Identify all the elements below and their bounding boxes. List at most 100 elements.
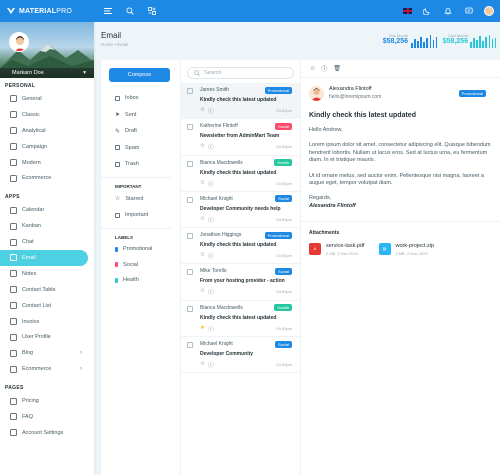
nav-item-ecommerce[interactable]: Ecommerce: [0, 170, 94, 186]
nav-item-general[interactable]: General: [0, 91, 94, 107]
attachment-item[interactable]: A service-task.pdf 2 MB 2 Dec 2023: [309, 242, 365, 256]
star-icon[interactable]: ☆: [200, 361, 205, 369]
mail-label-badge: Social: [275, 267, 292, 275]
folder-starred[interactable]: ☆ Starred: [101, 191, 180, 208]
star-icon[interactable]: ☆: [200, 143, 205, 151]
folder-inbox[interactable]: Inbox: [101, 90, 180, 107]
mail-checkbox[interactable]: [187, 305, 193, 312]
user-avatar[interactable]: [484, 6, 494, 16]
mail-subject: Developer Community needs help: [200, 205, 281, 212]
nav-item-account-settings[interactable]: Account Settings: [0, 425, 94, 441]
apps-icon[interactable]: [146, 5, 158, 17]
mail-label-badge: Promotional: [264, 231, 292, 239]
star-icon[interactable]: ☆: [200, 252, 205, 260]
folder-trash[interactable]: Trash: [101, 156, 180, 173]
mail-checkbox[interactable]: [187, 160, 193, 167]
folder-sent[interactable]: ➤ Sent: [101, 107, 180, 124]
nav-item-calendar[interactable]: Calendar: [0, 202, 94, 218]
folder-spam[interactable]: Spam: [101, 140, 180, 157]
search-icon[interactable]: [124, 5, 136, 17]
nav-item-analytical[interactable]: Analytical: [0, 123, 94, 139]
zip-icon: ▤: [378, 242, 391, 255]
star-icon[interactable]: ☆: [200, 180, 205, 188]
trash-icon[interactable]: 🗑: [333, 65, 341, 72]
help-icon: [10, 413, 17, 421]
label-promotional[interactable]: Promotional: [101, 242, 180, 258]
alert-icon[interactable]: ⓘ: [321, 64, 327, 73]
nav-item-blog[interactable]: Blog ›: [0, 345, 94, 361]
alert-icon[interactable]: ⓘ: [208, 180, 214, 188]
mail-checkbox[interactable]: [187, 233, 193, 240]
nav-item-contact-list[interactable]: Contact List: [0, 298, 94, 314]
mail-sender: Katherine Flintoff: [200, 123, 238, 130]
nav-item-classic[interactable]: Classic: [0, 107, 94, 123]
mail-list-item[interactable]: Bianca Macdowells Health Kindly check this…: [181, 156, 300, 192]
messages-icon[interactable]: [463, 5, 475, 17]
menu-icon[interactable]: [102, 5, 114, 17]
star-icon[interactable]: ☆: [310, 65, 315, 72]
alert-icon[interactable]: ⓘ: [208, 361, 214, 369]
reader-toolbar: ☆ ⓘ 🗑: [301, 60, 500, 78]
search-input[interactable]: Search: [187, 67, 294, 79]
mail-list-item[interactable]: James Smith Promotional Kindly check this …: [181, 83, 300, 120]
mail-list-item[interactable]: Jonathan Higgings Promotional Kindly check…: [181, 228, 300, 265]
page-title: Email: [101, 31, 122, 40]
nav-item-chat[interactable]: Chat: [0, 234, 94, 250]
mail-checkbox[interactable]: [187, 88, 193, 94]
star-icon[interactable]: ★: [200, 325, 205, 333]
mail-time: 04:00pm: [276, 253, 292, 259]
folder-important[interactable]: Important: [101, 207, 180, 224]
nav-item-user-profile[interactable]: User Profile: [0, 329, 94, 345]
alert-icon[interactable]: ⓘ: [208, 143, 214, 151]
moon-icon[interactable]: [421, 5, 433, 17]
alert-icon[interactable]: ⓘ: [208, 288, 214, 296]
last-month-sparkline: [470, 34, 497, 48]
star-icon[interactable]: ☆: [200, 288, 205, 296]
alert-icon[interactable]: ⓘ: [208, 107, 214, 115]
mail-list-item[interactable]: Bianca Macdowells Health Kindly check this…: [181, 301, 300, 338]
brand[interactable]: MATERIALPRO: [0, 0, 100, 22]
nav-item-campaign[interactable]: Campaign: [0, 139, 94, 155]
pdf-icon: A: [309, 242, 321, 255]
mail-checkbox[interactable]: [187, 196, 193, 203]
mail-label-badge: Promotional: [264, 86, 292, 94]
mail-list-item[interactable]: Michael Knight Social Developer Community …: [181, 192, 300, 229]
star-icon[interactable]: ☆: [200, 107, 205, 115]
mail-list-item[interactable]: Katherine Flintoff Social Newsletter from …: [181, 119, 300, 156]
nav-item-pricing[interactable]: Pricing: [0, 393, 94, 409]
attachment-item[interactable]: ▤ work-project.zip 2 MB 2 Dec 2023: [378, 242, 434, 256]
folder-draft[interactable]: ✎ Draft: [101, 123, 180, 140]
label-health[interactable]: Health: [101, 273, 180, 289]
nav-item-contact-table[interactable]: Contact Table: [0, 282, 94, 298]
nav-item-notes[interactable]: Notes: [0, 266, 94, 282]
nav-item-email[interactable]: Email: [0, 250, 88, 266]
label-tag-icon: [115, 262, 118, 268]
bell-icon[interactable]: [442, 5, 454, 17]
nav-section-apps: APPS: [5, 194, 20, 201]
mail-checkbox[interactable]: [187, 342, 193, 349]
nav-item-kanban[interactable]: Kanban: [0, 218, 94, 234]
breadcrumb-home[interactable]: Home: [101, 42, 113, 47]
alert-icon[interactable]: ⓘ: [208, 325, 214, 333]
mail-list-item[interactable]: Mike Torello Social From your hosting prov…: [181, 264, 300, 301]
star-icon[interactable]: ☆: [200, 216, 205, 224]
profile-avatar[interactable]: [9, 32, 29, 52]
mail-checkbox[interactable]: [187, 269, 193, 276]
nav-item-ecommerce-app[interactable]: Ecommerce ›: [0, 361, 94, 377]
mail-list-item[interactable]: Michael Knight Social Developer Community ☆…: [181, 337, 300, 374]
inbox-icon: [115, 95, 120, 101]
nav-item-invoice[interactable]: Invoice: [0, 314, 94, 330]
nav-item-modern[interactable]: Modern: [0, 155, 94, 171]
alert-icon[interactable]: ⓘ: [208, 252, 214, 260]
mail-subject: Newsletter from AdminMart Team: [200, 133, 280, 140]
label-social[interactable]: Social: [101, 257, 180, 273]
nav-item-faq[interactable]: FAQ: [0, 409, 94, 425]
compose-button[interactable]: Compose: [109, 68, 170, 82]
mail-label-badge: Social: [275, 340, 292, 348]
profile-name-bar[interactable]: Markarn Doe ▾: [0, 68, 94, 78]
language-flag-icon[interactable]: [403, 8, 412, 14]
mail-reading-panel: ☆ ⓘ 🗑 Alexandra Flintoff hello@loremipsu…: [301, 60, 500, 475]
cart-icon: [10, 365, 17, 373]
mail-checkbox[interactable]: [187, 124, 193, 131]
alert-icon[interactable]: ⓘ: [208, 216, 214, 224]
